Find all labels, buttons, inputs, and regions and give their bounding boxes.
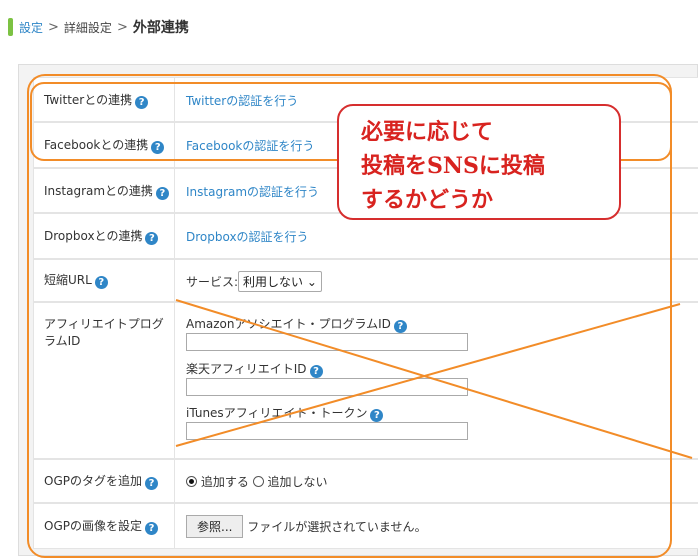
breadcrumb-advanced-settings[interactable]: 詳細設定 [64, 19, 112, 36]
callout-line-2: 投稿をSNSに投稿 [361, 153, 545, 179]
annotation-callout: 必要に応じて 投稿をSNSに投稿 するかどうか [337, 104, 621, 220]
breadcrumb-marker [8, 18, 13, 36]
breadcrumb: 設定 > 詳細設定 > 外部連携 [8, 16, 189, 38]
page-title: 外部連携 [132, 20, 189, 36]
callout-line-1: 必要に応じて [361, 119, 494, 145]
callout-line-3: するかどうか [361, 187, 494, 213]
breadcrumb-settings-link[interactable]: 設定 [19, 19, 43, 36]
breadcrumb-separator: > [116, 19, 128, 35]
breadcrumb-separator: > [48, 19, 59, 35]
